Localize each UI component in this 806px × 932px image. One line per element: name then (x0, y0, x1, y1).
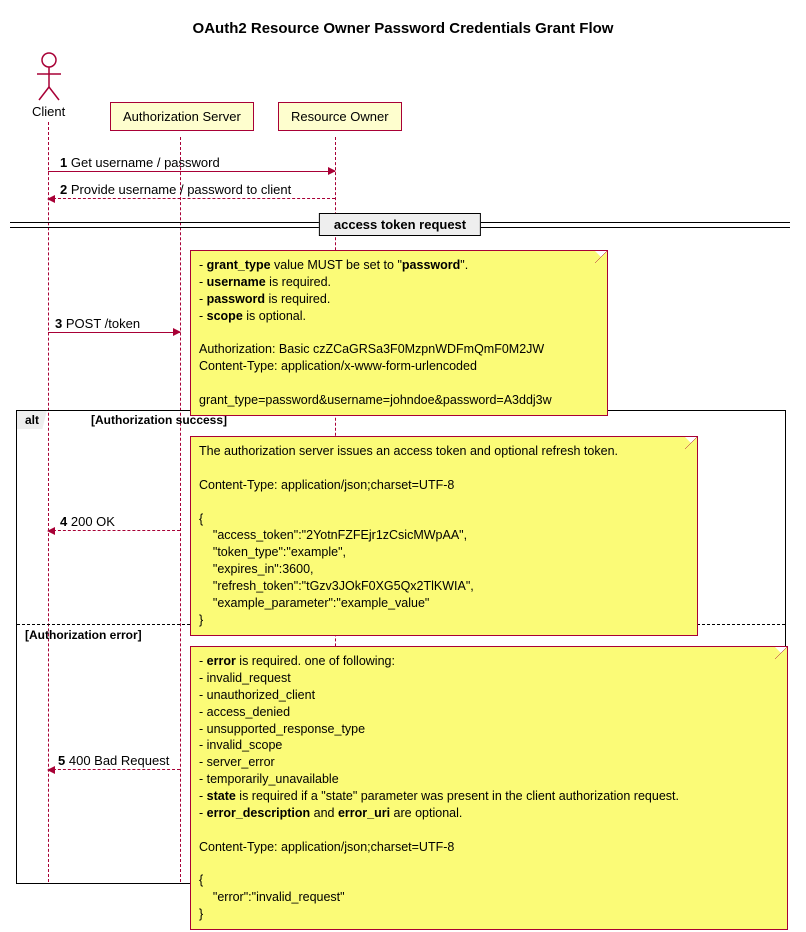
actor-client: Client (32, 52, 65, 119)
sequence-diagram: Client Authorization Server Resource Own… (10, 52, 790, 922)
note-error-response: - error is required. one of following: -… (190, 646, 788, 930)
msg-2-label: 2 Provide username / password to client (60, 182, 291, 197)
arrow-3 (48, 332, 180, 333)
participant-resource-owner: Resource Owner (278, 102, 402, 131)
alt-cond-error: [Authorization error] (25, 628, 142, 642)
divider-label: access token request (319, 213, 481, 236)
diagram-title: OAuth2 Resource Owner Password Credentia… (10, 20, 796, 37)
note-token-request: - grant_type value MUST be set to "passw… (190, 250, 608, 416)
arrow-4 (48, 530, 180, 531)
msg-1-label: 1 Get username / password (60, 155, 220, 170)
msg-4-label: 4 200 OK (60, 514, 115, 529)
participant-auth-server: Authorization Server (110, 102, 254, 131)
stickman-icon (34, 52, 64, 102)
msg-5-label: 5 400 Bad Request (58, 753, 169, 768)
arrow-2 (48, 198, 335, 199)
arrow-5 (48, 769, 180, 770)
msg-3-label: 3 POST /token (55, 316, 140, 331)
actor-client-label: Client (32, 104, 65, 119)
alt-tag: alt (16, 410, 47, 429)
arrow-1 (48, 171, 335, 172)
note-success-response: The authorization server issues an acces… (190, 436, 698, 636)
